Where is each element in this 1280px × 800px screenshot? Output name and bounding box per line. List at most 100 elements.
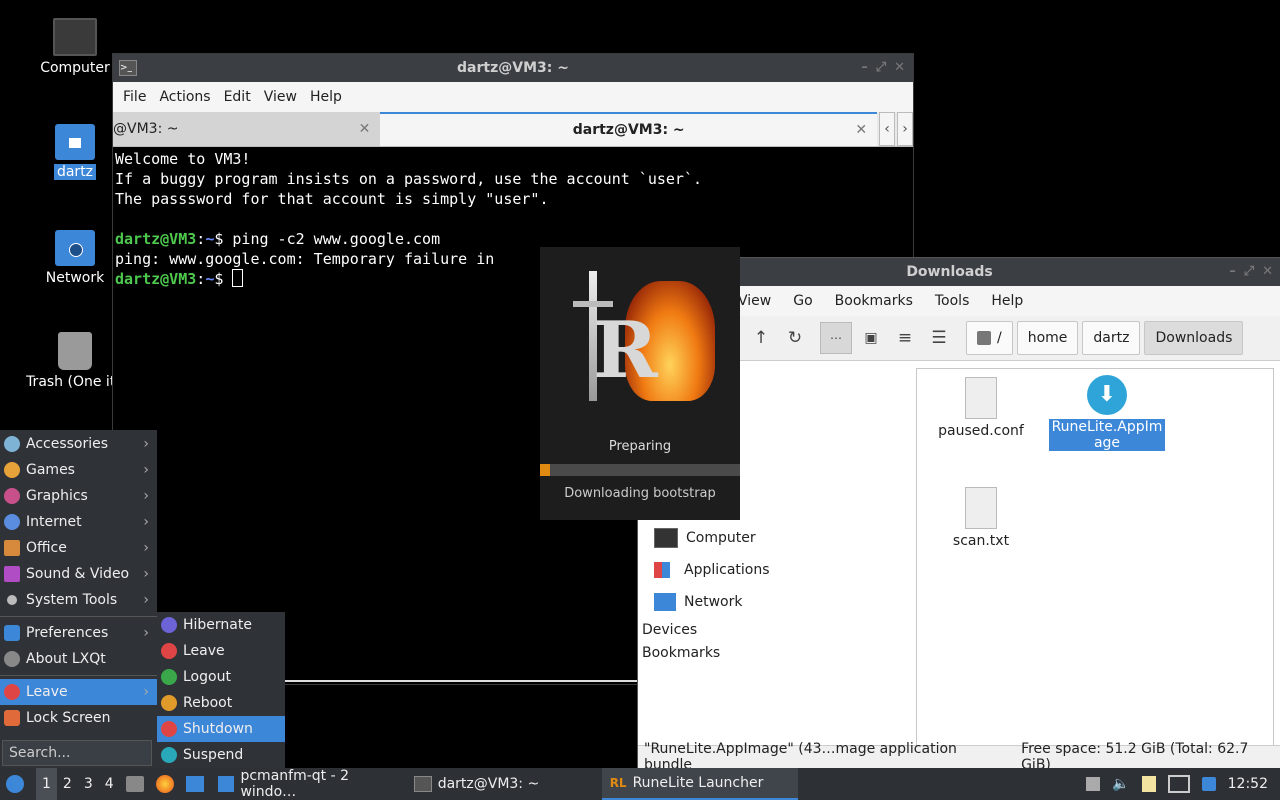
task-file-manager[interactable]: pcmanfm-qt - 2 windo… xyxy=(210,768,406,800)
update-notifier-icon[interactable] xyxy=(1196,768,1222,800)
tab-scroll-right-icon[interactable]: › xyxy=(897,112,914,146)
place-computer[interactable]: Computer xyxy=(638,522,914,554)
menu-separator xyxy=(0,675,157,676)
terminal-divider xyxy=(285,680,637,682)
lock-icon xyxy=(4,710,20,726)
path-home[interactable]: home xyxy=(1016,321,1079,355)
menu-search-input[interactable]: Search... xyxy=(2,740,152,766)
tab-close-icon[interactable]: ✕ xyxy=(855,122,867,138)
place-applications[interactable]: Applications xyxy=(638,554,914,586)
menu-item-reboot[interactable]: Reboot xyxy=(157,690,285,716)
tab-terminal-2[interactable]: dartz@VM3: ~ ✕ xyxy=(380,112,878,146)
menu-help[interactable]: Help xyxy=(991,293,1023,309)
path-dartz[interactable]: dartz xyxy=(1082,321,1141,355)
show-desktop-icon[interactable] xyxy=(180,768,210,800)
menu-view[interactable]: View xyxy=(264,89,297,105)
chevron-right-icon: › xyxy=(143,540,149,556)
menu-item-hibernate[interactable]: Hibernate xyxy=(157,612,285,638)
compact-view-icon[interactable]: ≡ xyxy=(890,323,920,353)
close-icon[interactable]: ✕ xyxy=(894,60,905,75)
terminal-titlebar[interactable]: >_ dartz@VM3: ~ – ⤢ ✕ xyxy=(113,54,913,82)
menu-item-label: Logout xyxy=(183,669,231,685)
menu-item-graphics[interactable]: Graphics › xyxy=(0,483,157,509)
start-menu-button[interactable] xyxy=(0,768,32,800)
graphics-icon xyxy=(4,488,20,504)
minimize-icon[interactable]: – xyxy=(861,60,868,75)
power-icon xyxy=(161,643,177,659)
office-icon xyxy=(4,540,20,556)
devices-header[interactable]: Devices xyxy=(638,618,914,641)
desktop-switch-4[interactable]: 4 xyxy=(99,768,120,800)
accessories-icon xyxy=(4,436,20,452)
file-item[interactable]: paused.conf xyxy=(923,377,1039,439)
menu-item-accessories[interactable]: Accessories › xyxy=(0,431,157,457)
task-terminal[interactable]: dartz@VM3: ~ xyxy=(406,768,602,800)
bookmarks-header[interactable]: Bookmarks xyxy=(638,641,914,664)
chevron-right-icon: › xyxy=(143,514,149,530)
detail-view-icon[interactable]: ☰ xyxy=(924,323,954,353)
up-arrow-icon[interactable]: ↑ xyxy=(746,323,776,353)
chevron-right-icon: › xyxy=(143,684,149,700)
menu-item-suspend[interactable]: Suspend xyxy=(157,742,285,768)
menu-item-label: Hibernate xyxy=(183,617,252,633)
text-file-icon xyxy=(965,377,997,419)
path-downloads[interactable]: Downloads xyxy=(1144,321,1244,355)
icon-view-icon[interactable]: ⋯ xyxy=(820,322,852,354)
menu-item-label: Graphics xyxy=(26,488,88,504)
menu-view[interactable]: View xyxy=(738,293,771,309)
menu-item-sound-video[interactable]: Sound & Video › xyxy=(0,561,157,587)
menu-item-leave-sub[interactable]: Leave xyxy=(157,638,285,664)
prompt-user: dartz@VM3 xyxy=(115,230,197,248)
tab-terminal-1[interactable]: @VM3: ~ ✕ xyxy=(113,112,381,146)
prompt-path: ~ xyxy=(205,270,215,288)
clipboard-icon[interactable] xyxy=(1136,768,1162,800)
path-label: / xyxy=(997,330,1002,346)
menu-item-office[interactable]: Office › xyxy=(0,535,157,561)
file-item-selected[interactable]: ⬇ RuneLite.AppIm age xyxy=(1049,375,1165,451)
firefox-launcher-icon[interactable] xyxy=(150,768,180,800)
file-item[interactable]: scan.txt xyxy=(923,487,1039,549)
network-icon[interactable] xyxy=(1162,768,1196,800)
thumbnail-view-icon[interactable]: ▣ xyxy=(856,323,886,353)
desktop-switch-3[interactable]: 3 xyxy=(78,768,99,800)
leave-submenu: Hibernate Leave Logout Reboot Shutdown S… xyxy=(157,612,285,768)
menu-item-shutdown[interactable]: Shutdown xyxy=(157,716,285,742)
menu-item-leave[interactable]: Leave › xyxy=(0,679,157,705)
menu-item-about-lxqt[interactable]: About LXQt xyxy=(0,646,157,672)
desktop-switch-1[interactable]: 1 xyxy=(36,768,57,800)
reload-icon[interactable]: ↻ xyxy=(780,323,810,353)
maximize-icon[interactable]: ⤢ xyxy=(1244,264,1254,279)
maximize-icon[interactable]: ⤢ xyxy=(876,60,886,75)
folder-icon xyxy=(217,776,235,792)
file-view[interactable]: paused.conf ⬇ RuneLite.AppIm age scan.txt xyxy=(916,368,1274,746)
menu-item-games[interactable]: Games › xyxy=(0,457,157,483)
path-root[interactable]: / xyxy=(966,321,1013,355)
menu-file[interactable]: File xyxy=(123,89,146,105)
file-manager-launcher-icon[interactable] xyxy=(120,768,150,800)
menu-actions[interactable]: Actions xyxy=(159,89,210,105)
menu-item-internet[interactable]: Internet › xyxy=(0,509,157,535)
volume-icon[interactable]: 🔈 xyxy=(1106,768,1135,800)
tab-scroll-left-icon[interactable]: ‹ xyxy=(879,112,896,146)
menu-item-lock-screen[interactable]: Lock Screen xyxy=(0,705,157,731)
menu-item-logout[interactable]: Logout xyxy=(157,664,285,690)
hibernate-icon xyxy=(161,617,177,633)
desktop-switch-2[interactable]: 2 xyxy=(57,768,78,800)
task-runelite[interactable]: RL RuneLite Launcher xyxy=(601,768,798,800)
monitor-icon xyxy=(654,528,678,548)
terminal-tabbar: @VM3: ~ ✕ dartz@VM3: ~ ✕ ‹ › xyxy=(113,112,914,147)
tray-eject-icon[interactable] xyxy=(1080,768,1106,800)
place-network[interactable]: Network xyxy=(638,586,914,618)
menu-go[interactable]: Go xyxy=(793,293,812,309)
menu-bookmarks[interactable]: Bookmarks xyxy=(835,293,913,309)
minimize-icon[interactable]: – xyxy=(1229,264,1236,279)
clock[interactable]: 12:52 xyxy=(1222,768,1274,800)
menu-item-preferences[interactable]: Preferences › xyxy=(0,620,157,646)
tab-close-icon[interactable]: ✕ xyxy=(359,121,371,137)
close-icon[interactable]: ✕ xyxy=(1262,264,1273,279)
menu-item-system-tools[interactable]: System Tools › xyxy=(0,587,157,613)
menu-tools[interactable]: Tools xyxy=(935,293,970,309)
menu-edit[interactable]: Edit xyxy=(224,89,251,105)
menu-item-label: Lock Screen xyxy=(26,710,111,726)
menu-help[interactable]: Help xyxy=(310,89,342,105)
